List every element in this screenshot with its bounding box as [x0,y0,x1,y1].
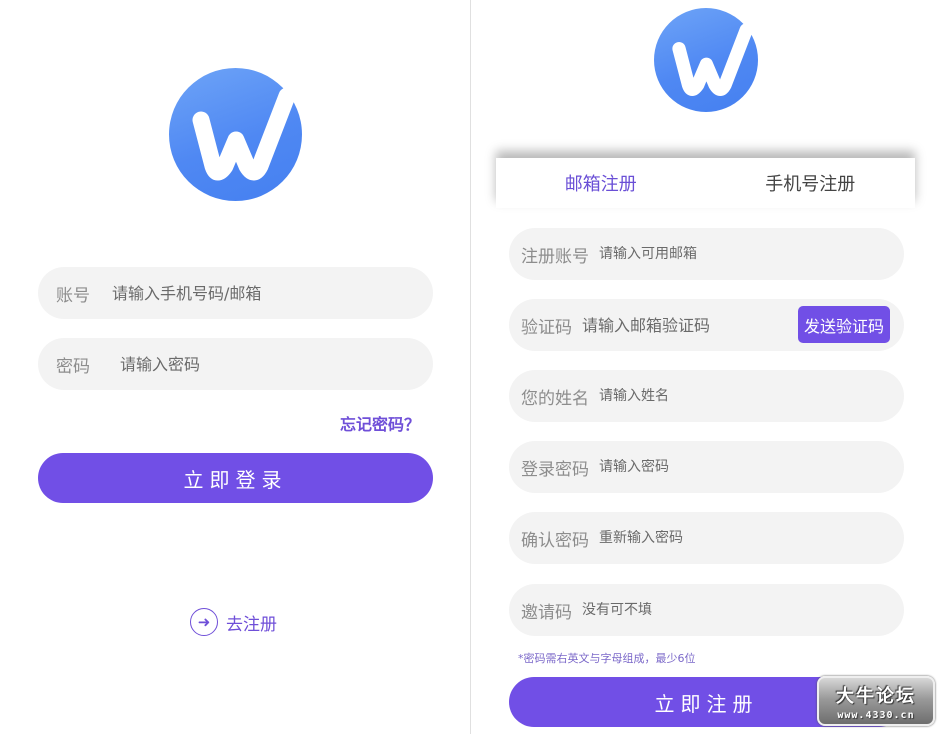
account-field[interactable]: 账号 [38,267,433,319]
verify-code-input[interactable] [582,315,772,335]
password-input[interactable] [120,354,400,374]
w-logo-icon [169,68,302,201]
register-panel: 邮箱注册 手机号注册 注册账号 验证码 发送验证码 您的姓名 登录密码 确认密码… [471,0,942,734]
invite-code-input[interactable] [582,602,782,618]
register-account-input[interactable] [599,246,799,262]
name-label: 您的姓名 [521,388,589,409]
name-field[interactable]: 您的姓名 [509,370,904,422]
login-password-label: 登录密码 [521,459,589,480]
account-input[interactable] [112,283,392,303]
register-account-field[interactable]: 注册账号 [509,228,904,280]
watermark-line1: 大牛论坛 [836,685,916,707]
watermark-logo: 大牛论坛 www.4330.cn [817,676,935,726]
password-label: 密码 [56,356,90,377]
login-button[interactable]: 立即登录 [38,453,433,503]
invite-code-field[interactable]: 邀请码 [509,584,904,636]
confirm-password-input[interactable] [599,530,799,546]
send-code-button[interactable]: 发送验证码 [797,306,890,343]
password-field[interactable]: 密码 [38,338,433,390]
login-password-input[interactable] [599,459,799,475]
go-register-label: 去注册 [226,614,277,635]
confirm-password-field[interactable]: 确认密码 [509,512,904,564]
password-hint: *密码需右英文与字母组成，最少6位 [518,652,696,665]
account-label: 账号 [56,285,90,306]
watermark-line2: www.4330.cn [837,709,915,721]
invite-code-label: 邀请码 [521,602,572,623]
verify-code-field[interactable]: 验证码 发送验证码 [509,299,904,351]
tab-phone-register[interactable]: 手机号注册 [706,158,916,208]
go-register-link[interactable]: ➜ 去注册 [190,608,277,636]
register-account-label: 注册账号 [521,246,589,267]
arrow-right-circle-icon: ➜ [190,608,218,636]
login-panel: 账号 密码 忘记密码？ 立即登录 ➜ 去注册 [0,0,470,734]
confirm-password-label: 确认密码 [521,530,589,551]
name-input[interactable] [599,388,799,404]
register-tabs: 邮箱注册 手机号注册 [496,158,915,208]
forgot-password-link[interactable]: 忘记密码？ [300,411,420,435]
w-logo-icon [654,8,758,112]
tab-email-register[interactable]: 邮箱注册 [496,158,706,208]
login-password-field[interactable]: 登录密码 [509,441,904,493]
verify-code-label: 验证码 [521,317,572,338]
